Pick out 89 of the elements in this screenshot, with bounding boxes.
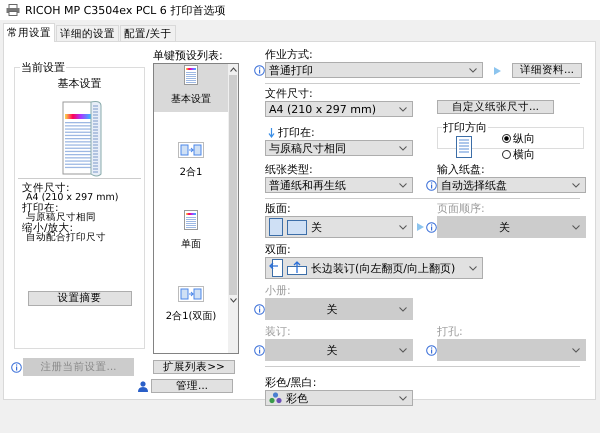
- field-label: 版面:: [265, 203, 291, 215]
- expand-list-button[interactable]: 扩展列表>>: [153, 360, 235, 374]
- caret-icon: [399, 182, 407, 188]
- caret-icon: [469, 266, 477, 270]
- landscape-page-icon: [287, 220, 307, 234]
- document-icon: [184, 65, 198, 86]
- info-icon: [254, 65, 265, 76]
- dropdown[interactable]: 自动选择纸盘: [437, 177, 586, 193]
- details-button[interactable]: 详细资料...: [512, 63, 582, 78]
- caret-icon: [399, 348, 407, 352]
- caret-icon: [572, 348, 580, 352]
- detail-label: 打印在:: [22, 203, 59, 213]
- scroll-up-icon: [230, 67, 236, 72]
- preset-item[interactable]: 单面: [154, 208, 228, 257]
- dropdown: 关: [265, 298, 413, 320]
- info-icon: [426, 180, 437, 191]
- dropdown[interactable]: 与原稿尺寸相同: [265, 140, 413, 156]
- scroll-down-icon: [230, 298, 236, 303]
- page-flip-icon: [287, 261, 307, 275]
- dropdown[interactable]: 关: [265, 216, 413, 238]
- field-label: 打印在:: [278, 127, 315, 139]
- caret-icon: [572, 224, 580, 230]
- radio-button[interactable]: [502, 134, 511, 143]
- field-label: 双面:: [265, 244, 291, 256]
- field-label: 小册:: [265, 285, 291, 297]
- info-icon: [254, 304, 265, 314]
- caret-icon: [469, 68, 477, 72]
- detail-value: 与原稿尺寸相同: [26, 213, 97, 223]
- scroll-thumb[interactable]: [229, 75, 237, 295]
- field-label: 文件尺寸:: [265, 88, 313, 100]
- window-title: RICOH MP C3504ex PCL 6 打印首选项: [25, 2, 226, 18]
- dropdown[interactable]: 彩色: [265, 390, 413, 406]
- dropdown: 关: [265, 339, 413, 361]
- register-button: 注册当前设置...: [23, 358, 134, 376]
- dropdown[interactable]: A4 (210 x 297 mm): [265, 101, 413, 117]
- radio-button[interactable]: [502, 150, 511, 159]
- dropdown[interactable]: 长边装订(向左翻页/向上翻页): [265, 257, 483, 279]
- printer-icon: [6, 4, 20, 16]
- field-label: 装订:: [265, 326, 291, 338]
- scrollbar[interactable]: [228, 64, 238, 353]
- caret-icon: [399, 146, 407, 150]
- field-label: 彩色/黑白:: [265, 377, 316, 389]
- preset-item[interactable]: 2合1(双面): [154, 280, 228, 329]
- color-balls-icon: [269, 392, 282, 404]
- triangle-icon: [493, 66, 502, 76]
- dropdown: 关: [437, 216, 586, 238]
- preset-item[interactable]: 基本设置: [154, 64, 228, 112]
- custom-size-button[interactable]: 自定义纸张尺寸...: [437, 100, 554, 114]
- group-title: 当前设置: [20, 60, 66, 75]
- field-label: 输入纸盘:: [437, 164, 485, 176]
- info-icon: [426, 344, 437, 356]
- dropdown[interactable]: 普通打印: [265, 62, 483, 78]
- field-label: 打孔:: [437, 326, 463, 338]
- caret-icon: [399, 306, 407, 312]
- dropdown[interactable]: 普通纸和再生纸: [265, 177, 413, 193]
- portrait-page-icon: [456, 136, 472, 158]
- info-icon: [254, 344, 265, 356]
- caret-icon: [572, 182, 580, 188]
- field-label: 页面顺序:: [437, 203, 485, 215]
- preset-name: 基本设置: [56, 76, 102, 91]
- caret-icon: [399, 396, 407, 400]
- detail-label: 缩小/放大:: [22, 223, 74, 233]
- triangle-icon: [416, 222, 425, 232]
- info-icon: [11, 362, 22, 372]
- detail-value: 自动配合打印尺寸: [26, 233, 107, 243]
- caret-icon: [399, 106, 407, 112]
- field-label: 纸张类型:: [265, 164, 313, 176]
- summary-button[interactable]: 设置摘要: [28, 291, 132, 306]
- two-pages-icon: [178, 142, 204, 158]
- detail-label: 文件尺寸:: [22, 183, 71, 193]
- tab[interactable]: 常用设置: [3, 23, 55, 42]
- field-label: 作业方式:: [265, 49, 313, 61]
- manage-button[interactable]: 管理...: [151, 379, 233, 393]
- list-label: 单键预设列表:: [153, 50, 224, 62]
- info-icon: [426, 222, 437, 232]
- user-icon: [138, 380, 148, 392]
- radio-label: 纵向: [513, 131, 535, 146]
- down-arrow-icon: [268, 128, 275, 138]
- two-pages-icon: [178, 286, 204, 302]
- preset-item[interactable]: 2合1: [154, 136, 228, 184]
- page-flip-icon: [269, 259, 283, 277]
- document-icon: [184, 210, 198, 230]
- tab[interactable]: 配置/关于: [120, 25, 176, 41]
- tab[interactable]: 详细的设置: [56, 25, 119, 41]
- portrait-page-icon: [269, 218, 283, 236]
- detail-value: A4 (210 x 297 mm): [26, 193, 120, 203]
- group-title: 打印方向: [442, 120, 488, 135]
- radio-label: 横向: [513, 147, 535, 162]
- caret-icon: [399, 224, 407, 230]
